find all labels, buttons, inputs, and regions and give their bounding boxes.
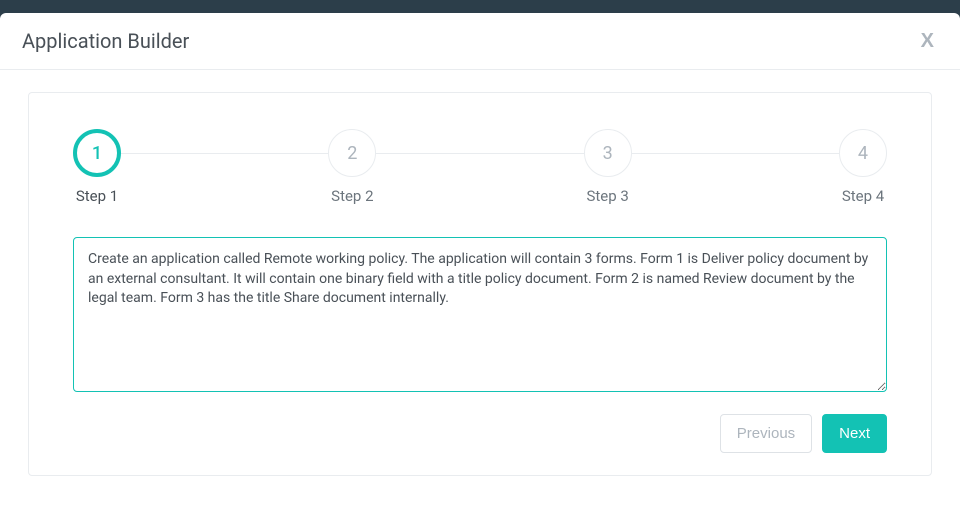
modal-body: 1 Step 1 2 Step 2 3 Step 3 4 Step 4 xyxy=(0,70,960,498)
step-3[interactable]: 3 Step 3 xyxy=(584,129,632,205)
step-label-2: Step 2 xyxy=(331,187,373,205)
application-builder-modal: Application Builder X 1 Step 1 2 Step 2 … xyxy=(0,13,960,517)
step-connector xyxy=(121,153,328,154)
step-circle-1: 1 xyxy=(73,129,121,177)
description-textarea[interactable] xyxy=(73,237,887,392)
modal-title: Application Builder xyxy=(22,29,189,53)
step-connector xyxy=(376,153,583,154)
step-4[interactable]: 4 Step 4 xyxy=(839,129,887,205)
step-label-4: Step 4 xyxy=(842,187,884,205)
step-circle-2: 2 xyxy=(328,129,376,177)
step-connector xyxy=(632,153,839,154)
wizard-card: 1 Step 1 2 Step 2 3 Step 3 4 Step 4 xyxy=(28,92,932,476)
wizard-footer: Previous Next xyxy=(73,414,887,453)
step-label-1: Step 1 xyxy=(76,187,118,205)
description-field-wrap xyxy=(73,237,887,396)
step-circle-3: 3 xyxy=(584,129,632,177)
step-2[interactable]: 2 Step 2 xyxy=(328,129,376,205)
step-1[interactable]: 1 Step 1 xyxy=(73,129,121,205)
step-label-3: Step 3 xyxy=(586,187,628,205)
close-icon[interactable]: X xyxy=(917,31,938,51)
modal-header: Application Builder X xyxy=(0,13,960,70)
next-button[interactable]: Next xyxy=(822,414,887,453)
stepper: 1 Step 1 2 Step 2 3 Step 3 4 Step 4 xyxy=(73,129,887,205)
step-circle-4: 4 xyxy=(839,129,887,177)
previous-button[interactable]: Previous xyxy=(720,414,812,453)
